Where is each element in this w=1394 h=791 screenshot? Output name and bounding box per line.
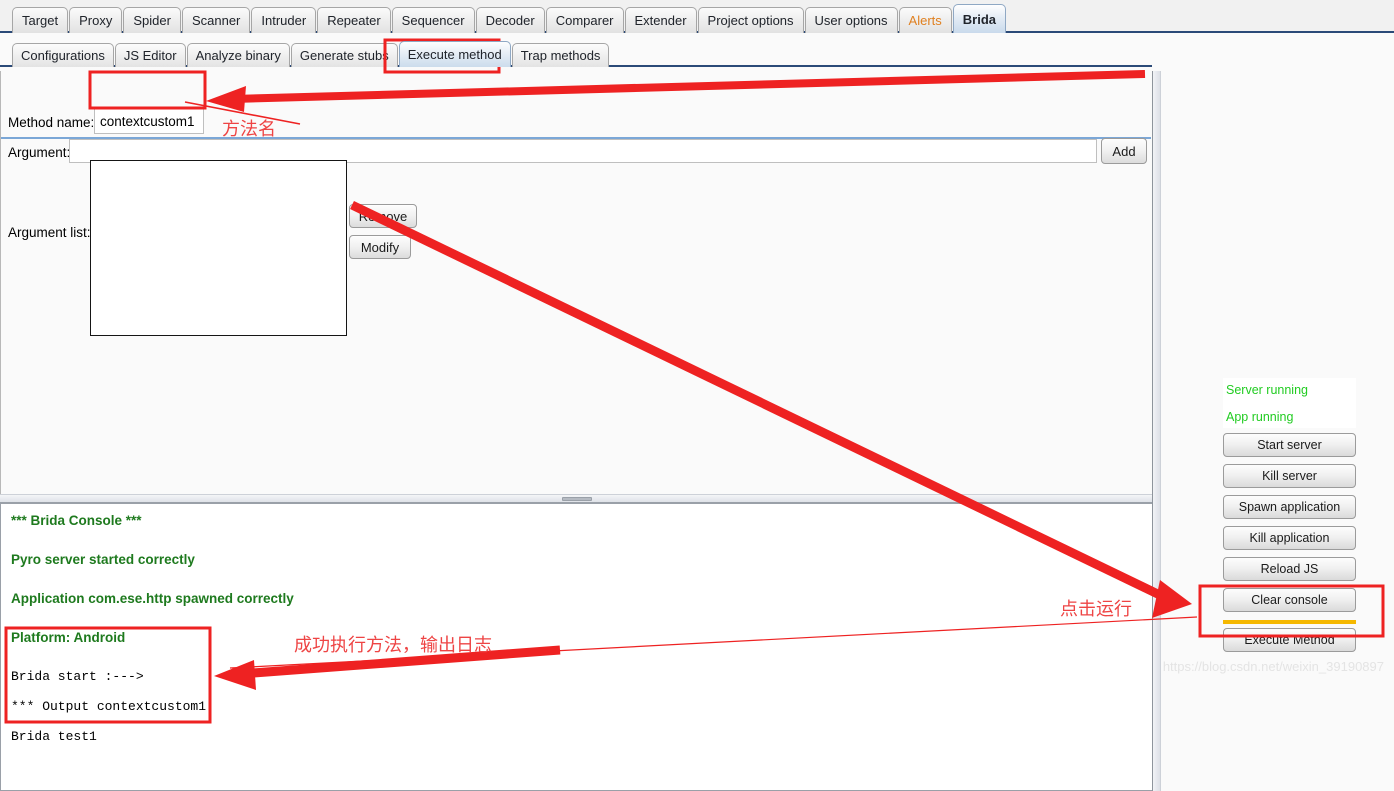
argument-list-label: Argument list: [8, 225, 91, 240]
status-server-running: Server running [1226, 383, 1308, 397]
watermark-text: https://blog.csdn.net/weixin_39190897 [1162, 659, 1384, 674]
console-line: Pyro server started correctly [11, 552, 195, 567]
method-name-label: Method name: [8, 115, 95, 130]
brida-subtab-trap-methods[interactable]: Trap methods [511, 43, 610, 67]
burp-tab-extender[interactable]: Extender [624, 7, 697, 33]
brida-console[interactable]: *** Brida Console *** Pyro server started… [0, 503, 1152, 791]
burp-tab-intruder[interactable]: Intruder [251, 7, 317, 33]
brida-window: Target Proxy Spider Scanner Intruder Repeater… [0, 0, 1394, 791]
console-output-line: Brida start :---> [11, 669, 144, 684]
add-argument-button[interactable]: Add [1101, 138, 1147, 164]
spawn-application-button[interactable]: Spawn application [1223, 495, 1356, 519]
method-name-input[interactable] [94, 108, 204, 134]
burp-tab-scanner[interactable]: Scanner [181, 7, 251, 33]
vertical-splitter[interactable] [1152, 71, 1161, 791]
status-panel: Server running App running [1223, 378, 1356, 428]
brida-panel: Configurations JS Editor Analyze binary Gen… [0, 33, 1394, 791]
status-app-running: App running [1226, 410, 1294, 424]
reload-js-button[interactable]: Reload JS [1223, 557, 1356, 581]
console-output-line: *** Output contextcustom1: [11, 699, 214, 714]
burp-main-tabbar: Target Proxy Spider Scanner Intruder Repeater… [0, 0, 1394, 33]
brida-subtab-execute-method[interactable]: Execute method [398, 41, 511, 67]
burp-tab-project-options[interactable]: Project options [697, 7, 804, 33]
brida-subtabbar: Configurations JS Editor Analyze binary Gen… [0, 38, 1152, 67]
start-server-button[interactable]: Start server [1223, 433, 1356, 457]
burp-tab-alerts[interactable]: Alerts [898, 7, 952, 33]
burp-tab-repeater[interactable]: Repeater [317, 7, 391, 33]
brida-subtab-analyze-binary[interactable]: Analyze binary [186, 43, 290, 67]
console-output-block: Brida start :---> *** Output contextcusto… [11, 669, 214, 759]
burp-tab-brida[interactable]: Brida [952, 4, 1006, 33]
console-log-lines: *** Brida Console *** Pyro server started… [11, 513, 1142, 645]
execute-method-button[interactable]: Execute Method [1223, 628, 1356, 652]
burp-main-tabstrip: Target Proxy Spider Scanner Intruder Repeater… [12, 4, 1007, 33]
brida-control-sidebar: Server running App running Start server … [1161, 71, 1394, 791]
console-output-line: Brida test1 [11, 729, 97, 744]
burp-tab-spider[interactable]: Spider [123, 7, 181, 33]
splitter-grip-icon[interactable] [562, 497, 592, 501]
burp-tab-proxy[interactable]: Proxy [69, 7, 123, 33]
clear-console-button[interactable]: Clear console [1223, 588, 1356, 612]
execute-highlight-rule [1223, 620, 1356, 624]
kill-server-button[interactable]: Kill server [1223, 464, 1356, 488]
console-line: Application com.ese.http spawned correct… [11, 591, 294, 606]
argument-list[interactable] [90, 160, 347, 336]
burp-tab-sequencer[interactable]: Sequencer [391, 7, 475, 33]
console-line: *** Brida Console *** [11, 513, 142, 528]
console-line: Platform: Android [11, 630, 126, 645]
burp-tab-comparer[interactable]: Comparer [545, 7, 624, 33]
remove-argument-button[interactable]: Remove [349, 204, 417, 228]
burp-tab-user-options[interactable]: User options [804, 7, 898, 33]
brida-subtab-generate-stubs[interactable]: Generate stubs [290, 43, 398, 67]
brida-subtab-configurations[interactable]: Configurations [12, 43, 114, 67]
kill-application-button[interactable]: Kill application [1223, 526, 1356, 550]
brida-subtabstrip: Configurations JS Editor Analyze binary Gen… [12, 41, 610, 67]
burp-tab-target[interactable]: Target [12, 7, 69, 33]
modify-argument-button[interactable]: Modify [349, 235, 411, 259]
argument-label: Argument: [8, 145, 71, 160]
burp-tab-decoder[interactable]: Decoder [475, 7, 545, 33]
execute-method-form: Method name: Argument: Add Argument list… [0, 71, 1152, 494]
horizontal-splitter[interactable] [0, 494, 1152, 503]
brida-subtab-js-editor[interactable]: JS Editor [114, 43, 186, 67]
